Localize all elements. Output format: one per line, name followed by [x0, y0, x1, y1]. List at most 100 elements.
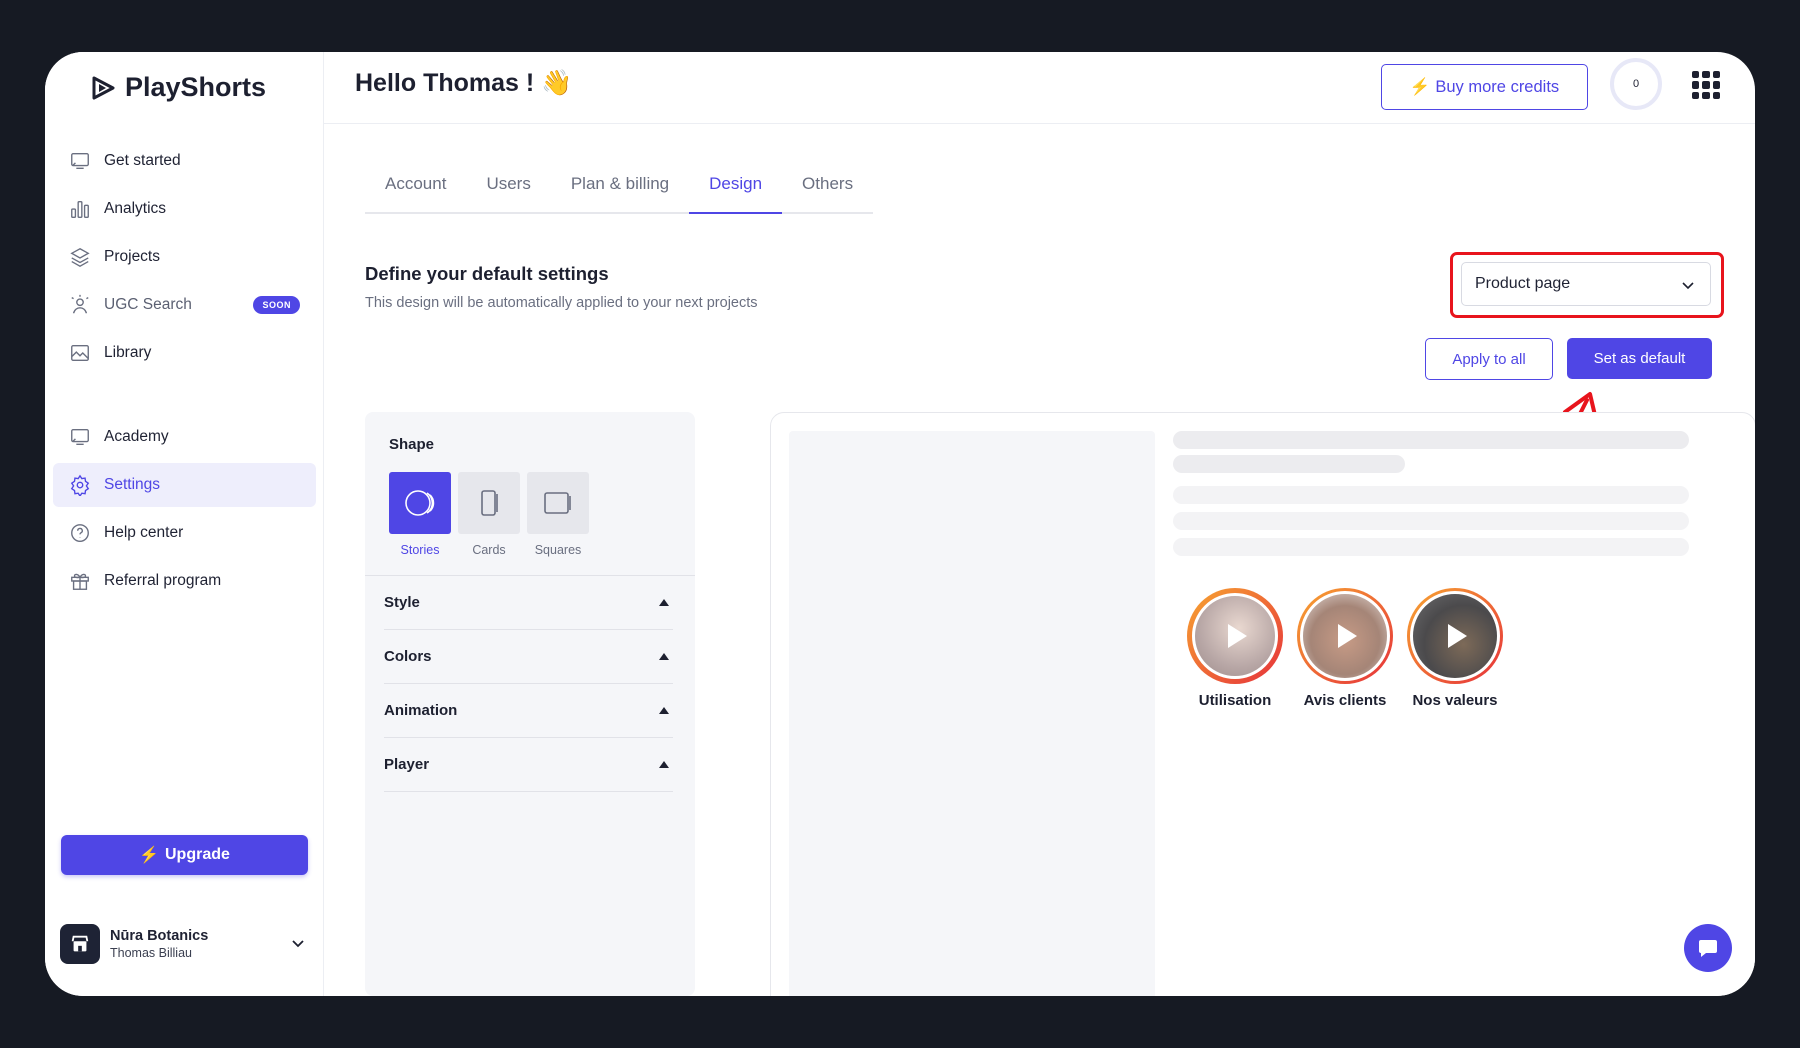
sidebar-item-referral-program[interactable]: Referral program [53, 559, 316, 603]
story-label: Utilisation [1198, 692, 1272, 709]
shape-option-stories[interactable]: Stories [389, 472, 451, 557]
sidebar-item-label: Help center [104, 524, 184, 541]
logo[interactable]: PlayShorts [91, 72, 266, 103]
lightning-icon: ⚡ [1409, 77, 1431, 96]
stories-row: Utilisation Avis clients Nos valeurs [1186, 588, 1504, 709]
app-window: PlayShorts Get started Analytics Project… [45, 52, 1755, 996]
accordion-colors[interactable]: Colors [384, 630, 673, 684]
sidebar-item-settings[interactable]: Settings [53, 463, 316, 507]
top-header: Hello Thomas ! 👋 ⚡ Buy more credits 0 [324, 52, 1755, 124]
upgrade-label: Upgrade [165, 846, 230, 863]
shape-title: Shape [389, 436, 435, 453]
page-type-select[interactable]: Product page [1461, 262, 1711, 306]
caret-up-icon [659, 599, 669, 606]
play-icon [1338, 624, 1357, 648]
skeleton-line [1173, 486, 1689, 504]
tab-users[interactable]: Users [466, 160, 550, 212]
tab-others[interactable]: Others [782, 160, 873, 212]
accordion-label: Player [384, 756, 430, 773]
accordion-player[interactable]: Player [384, 738, 673, 792]
buy-credits-label: Buy more credits [1435, 77, 1560, 96]
sidebar-item-label: UGC Search [104, 296, 192, 313]
sidebar-item-label: Projects [104, 248, 160, 265]
shape-option-cards[interactable]: Cards [458, 472, 520, 557]
apply-to-all-button[interactable]: Apply to all [1425, 338, 1553, 380]
buy-credits-button[interactable]: ⚡ Buy more credits [1381, 64, 1588, 110]
sidebar-item-library[interactable]: Library [53, 331, 316, 375]
stories-icon [405, 490, 435, 516]
credits-counter[interactable]: 0 [1610, 58, 1662, 110]
cards-icon [481, 490, 498, 516]
story-label: Nos valeurs [1412, 692, 1498, 709]
set-as-default-button[interactable]: Set as default [1567, 338, 1712, 379]
soon-badge: SOON [253, 296, 300, 314]
design-settings-panel: Shape Stories Cards Squares Style Colors… [365, 412, 695, 996]
sidebar-item-get-started[interactable]: Get started [53, 139, 316, 183]
shape-label: Stories [400, 543, 440, 557]
image-icon [69, 342, 91, 364]
help-circle-icon [69, 522, 91, 544]
caret-up-icon [659, 653, 669, 660]
accordion-label: Colors [384, 648, 432, 665]
story-label: Avis clients [1303, 692, 1387, 709]
app-name: PlayShorts [125, 72, 267, 102]
account-switcher[interactable]: Nūra Botanics Thomas Billiau [60, 922, 310, 966]
product-image-placeholder [789, 431, 1155, 996]
section-title: Define your default settings [365, 263, 609, 284]
sidebar-item-ugc-search[interactable]: UGC Search SOON [53, 283, 316, 327]
chevron-down-icon [1682, 282, 1694, 290]
story-item[interactable]: Utilisation [1186, 588, 1284, 709]
tab-account[interactable]: Account [365, 160, 466, 212]
settings-tabs: Account Users Plan & billing Design Othe… [365, 160, 874, 214]
skeleton-line [1173, 512, 1689, 530]
lightning-icon: ⚡ [139, 847, 159, 864]
sidebar-item-label: Get started [104, 152, 181, 169]
tab-plan-billing[interactable]: Plan & billing [551, 160, 689, 212]
accordion-style[interactable]: Style [384, 576, 673, 630]
bar-chart-icon [69, 198, 91, 220]
apps-grid-icon[interactable] [1692, 71, 1720, 99]
sidebar-item-help-center[interactable]: Help center [53, 511, 316, 555]
section-subtitle: This design will be automatically applie… [365, 295, 758, 311]
account-user: Thomas Billiau [110, 946, 192, 960]
story-item[interactable]: Nos valeurs [1406, 588, 1504, 709]
shape-label: Cards [472, 543, 506, 557]
layers-icon [69, 246, 91, 268]
story-item[interactable]: Avis clients [1296, 588, 1394, 709]
sidebar-item-label: Analytics [104, 200, 167, 217]
chevron-down-icon [292, 940, 304, 948]
account-name: Nūra Botanics [110, 928, 209, 944]
upgrade-button[interactable]: ⚡ Upgrade [61, 835, 308, 875]
sidebar-item-label: Referral program [104, 572, 222, 589]
shape-option-squares[interactable]: Squares [527, 472, 589, 557]
caret-up-icon [659, 707, 669, 714]
sidebar-item-label: Academy [104, 428, 169, 445]
squares-icon [544, 492, 571, 514]
chat-bubble-icon [1699, 940, 1717, 957]
design-preview: Utilisation Avis clients Nos valeurs [770, 412, 1755, 996]
page-type-value: Product page [1475, 275, 1571, 292]
playshorts-logo-icon [92, 76, 115, 99]
shape-label: Squares [534, 543, 582, 557]
sidebar-nav: Get started Analytics Projects UGC Searc… [53, 139, 316, 607]
monitor-icon [69, 426, 91, 448]
gear-icon [69, 474, 91, 496]
tab-design[interactable]: Design [689, 160, 782, 214]
page-title: Hello Thomas ! 👋 [355, 69, 573, 97]
skeleton-line [1173, 431, 1689, 449]
sidebar-item-academy[interactable]: Academy [53, 415, 316, 459]
sidebar-item-label: Settings [104, 476, 161, 493]
caret-up-icon [659, 761, 669, 768]
play-icon [1228, 624, 1247, 648]
store-icon [60, 924, 100, 964]
skeleton-line [1173, 455, 1405, 473]
skeleton-line [1173, 538, 1689, 556]
chat-launcher-button[interactable] [1684, 924, 1732, 972]
accordion-animation[interactable]: Animation [384, 684, 673, 738]
sidebar-item-projects[interactable]: Projects [53, 235, 316, 279]
gift-icon [69, 570, 91, 592]
monitor-icon [69, 150, 91, 172]
user-search-icon [69, 294, 91, 316]
sidebar-item-analytics[interactable]: Analytics [53, 187, 316, 231]
sidebar-item-label: Library [104, 344, 152, 361]
